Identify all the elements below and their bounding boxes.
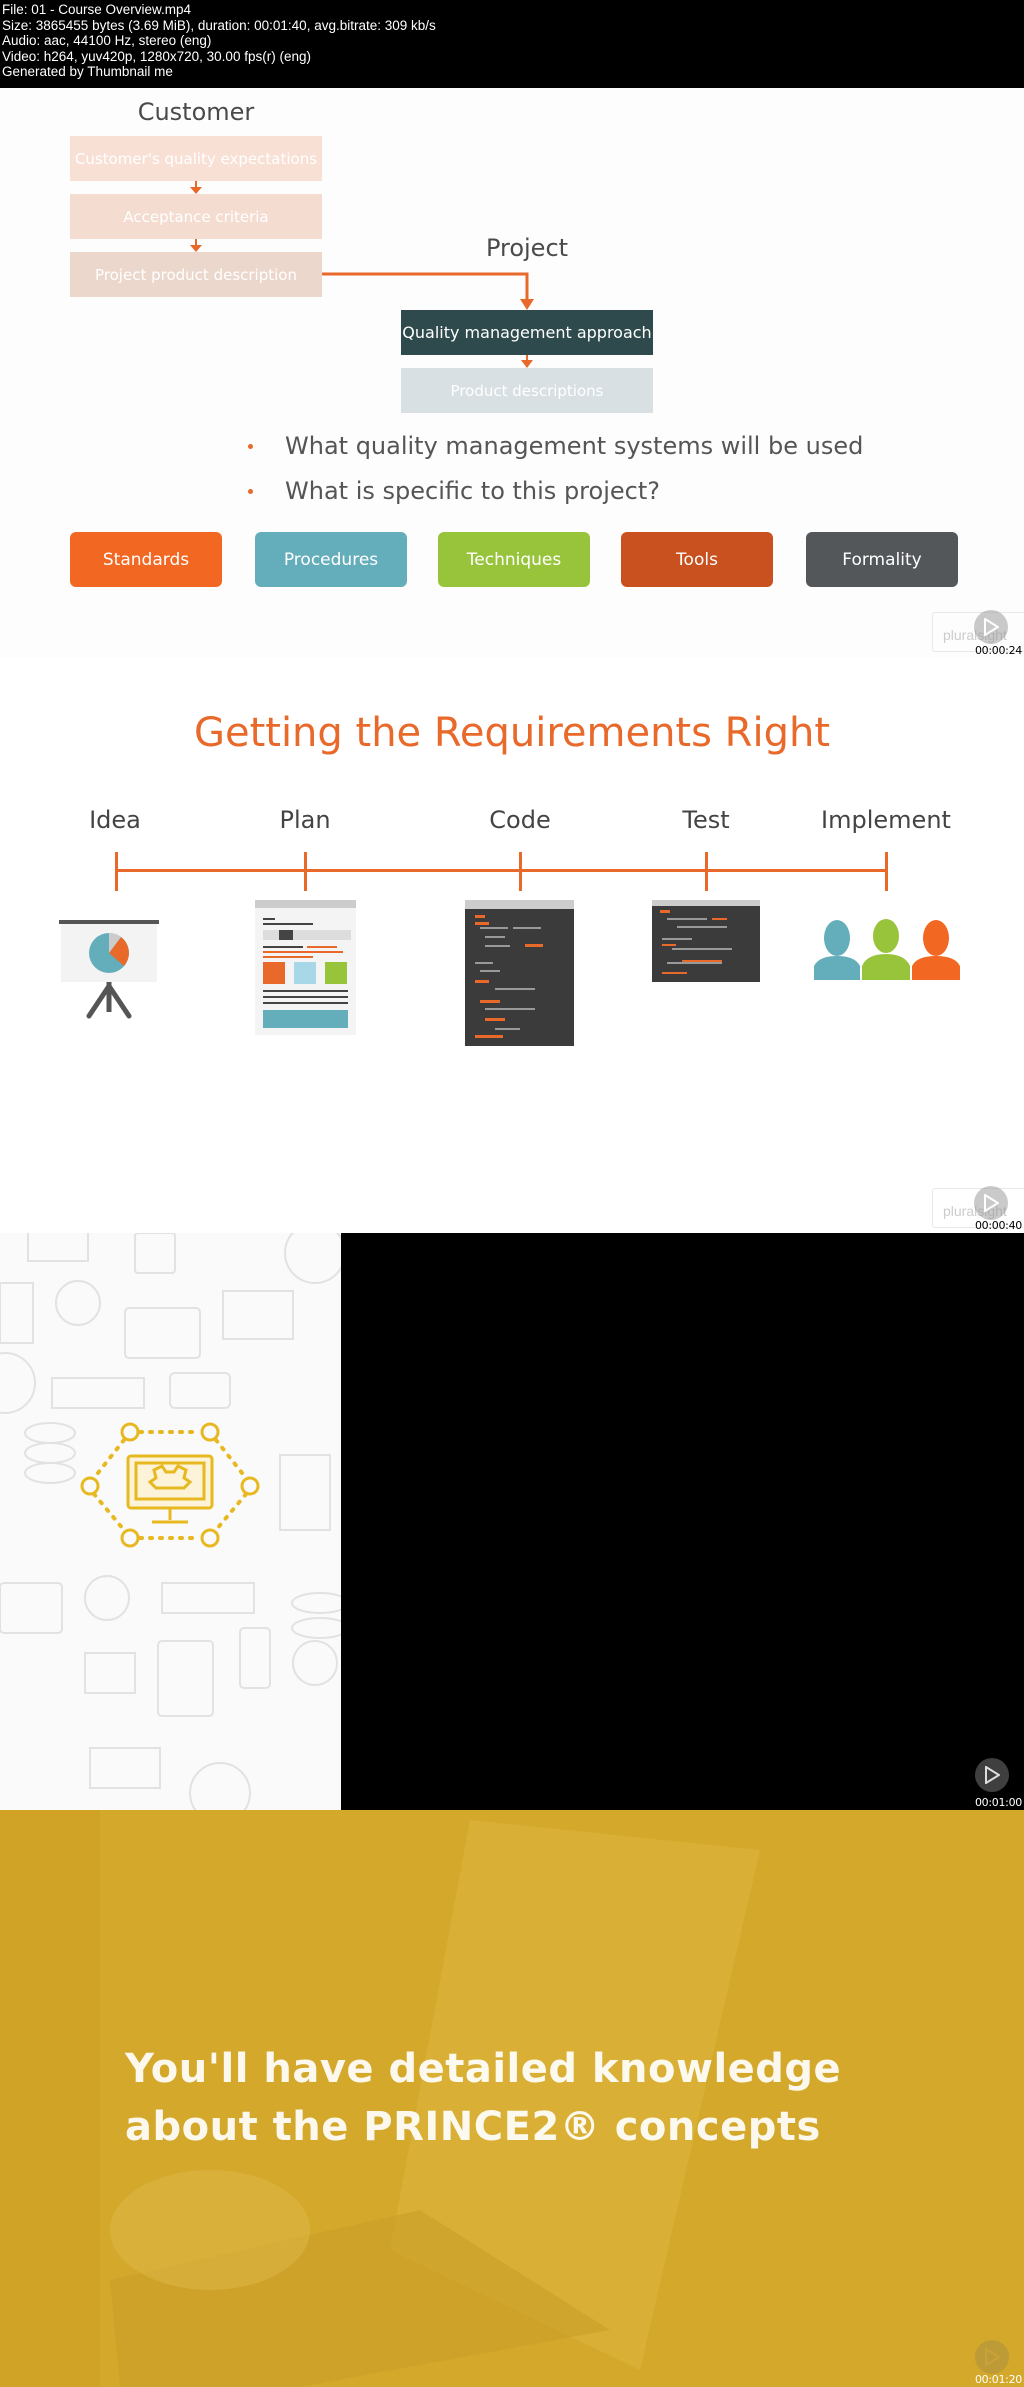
headline-line-2: about the PRINCE2® concepts: [125, 2104, 821, 2150]
timestamp: 00:00:24: [974, 644, 1022, 657]
arrow-down-icon: [520, 299, 534, 310]
tag-tools: Tools: [621, 532, 773, 587]
size-line: Size: 3865455 bytes (3.69 MiB), duration…: [2, 17, 436, 33]
timeline-line: [116, 869, 887, 872]
product-descriptions-box: Product descriptions: [401, 368, 653, 413]
play-icon: [975, 2340, 1009, 2374]
timeline-tick: [115, 852, 118, 891]
stage-code: Code: [489, 806, 551, 834]
code-editor-icon: [465, 900, 574, 1046]
stage-idea: Idea: [89, 806, 141, 834]
timeline-tick: [519, 852, 522, 891]
timestamp: 00:01:00: [974, 1796, 1022, 1809]
play-icon: [975, 1758, 1009, 1792]
file-line: File: 01 - Course Overview.mp4: [2, 2, 192, 17]
monitor-gear-network-icon: [80, 1422, 260, 1548]
tag-procedures: Procedures: [255, 532, 407, 587]
arrow-down-icon: [521, 360, 533, 368]
timestamp: 00:00:40: [974, 1219, 1022, 1232]
thumbnail-frame-4: You'll have detailed knowledge about the…: [0, 1810, 1024, 2387]
presentation-easel-icon: [59, 920, 159, 1019]
tag-techniques: Techniques: [438, 532, 590, 587]
timeline-tick: [304, 852, 307, 891]
stage-implement: Implement: [821, 806, 951, 834]
project-title: Project: [485, 234, 569, 262]
test-console-icon: [652, 900, 760, 982]
timestamp: 00:01:20: [974, 2373, 1022, 2386]
team-people-icon: [814, 919, 960, 980]
thumbnail-frame-1: Customer Customer's quality expectations…: [0, 88, 1024, 658]
slide-title: Getting the Requirements Right: [193, 710, 831, 756]
bullet-item: What quality management systems will be …: [248, 432, 863, 460]
stage-plan: Plan: [279, 806, 331, 834]
bullet-item: What is specific to this project?: [248, 477, 660, 505]
video-info-header: File: 01 - Course Overview.mp4 Size: 386…: [0, 0, 1024, 88]
headline-line-1: You'll have detailed knowledge: [125, 2046, 842, 2092]
thumbnail-frame-3: 00:01:00: [0, 1233, 1024, 1810]
tag-standards: Standards: [70, 532, 222, 587]
plan-document-icon: [255, 900, 356, 1035]
icon-pattern-panel: [0, 1233, 349, 1810]
video-line: Video: h264, yuv420p, 1280x720, 30.00 fp…: [2, 48, 311, 64]
arrow-down-icon: [190, 245, 202, 252]
play-icon: [974, 610, 1008, 644]
thumbnail-frame-2: Getting the Requirements Right Idea Plan…: [0, 658, 1024, 1233]
bullet-dot-icon: [248, 489, 253, 494]
laptop-background-image: [0, 1810, 760, 2387]
quality-management-approach-box: Quality management approach: [401, 310, 653, 355]
bullet-dot-icon: [248, 444, 253, 449]
tag-formality: Formality: [806, 532, 958, 587]
arrow-down-icon: [190, 187, 202, 194]
play-icon: [974, 1186, 1008, 1220]
stage-test: Test: [682, 806, 730, 834]
generator-line: Generated by Thumbnail me: [2, 64, 173, 80]
audio-line: Audio: aac, 44100 Hz, stereo (eng): [2, 33, 212, 49]
timeline-tick: [885, 852, 888, 891]
timeline-tick: [705, 852, 708, 891]
